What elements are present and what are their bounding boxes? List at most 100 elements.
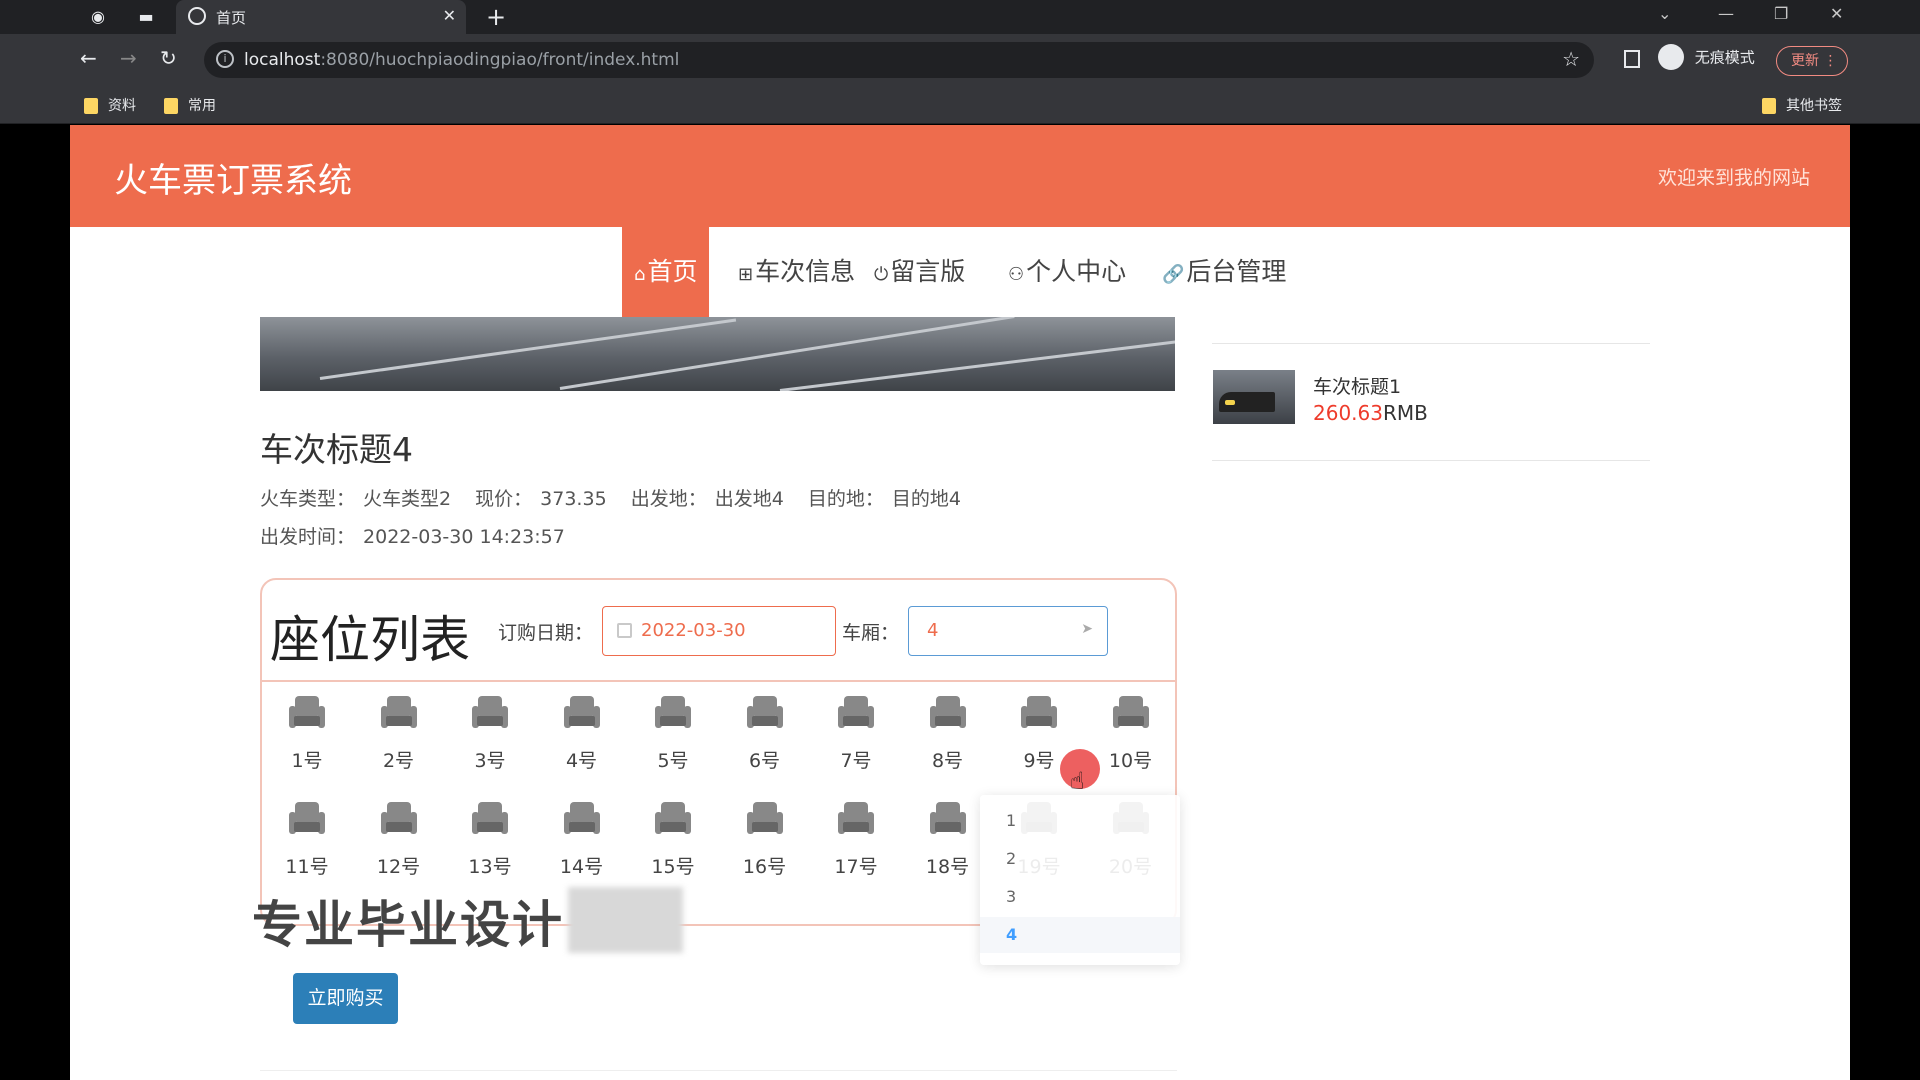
seat-icon <box>838 696 874 730</box>
nav-item-admin[interactable]: 🔗后台管理 <box>1162 227 1286 317</box>
seat-number: 14号 <box>559 856 604 878</box>
folder-icon <box>1762 98 1776 114</box>
nav-item-home[interactable]: ⌂首页 <box>622 227 710 317</box>
car-option[interactable]: 3 <box>980 879 1180 915</box>
new-tab-icon[interactable]: + <box>486 3 506 31</box>
seat-number: 6号 <box>748 750 781 772</box>
seat-number: 13号 <box>468 856 512 878</box>
seat-number: 3号 <box>474 750 506 772</box>
url-text[interactable]: localhost:8080/huochpiaodingpiao/front/i… <box>244 50 679 70</box>
date-label: 订购日期： <box>498 622 594 644</box>
seat-item[interactable]: 6号 <box>735 696 795 786</box>
update-button[interactable]: 更新 ⋮ <box>1776 46 1848 76</box>
seat-icon <box>655 696 691 730</box>
bookmark-folder-1[interactable]: 资料 <box>84 95 136 115</box>
sidebar-divider <box>1212 343 1650 344</box>
divider <box>260 1070 1177 1071</box>
seat-number: 2号 <box>382 750 415 772</box>
seat-number: 1号 <box>291 750 323 772</box>
seat-number: 8号 <box>931 750 964 772</box>
seat-item[interactable]: 14号 <box>552 802 612 892</box>
browser-tab-home[interactable]: 首页 ✕ <box>176 0 466 34</box>
seat-item[interactable]: 12号 <box>369 802 429 892</box>
sidebar-train-thumbnail[interactable] <box>1213 370 1295 424</box>
car-option[interactable]: 2 <box>980 841 1180 877</box>
seat-number: 12号 <box>376 856 421 878</box>
sidebar-train-title[interactable]: 车次标题1 <box>1313 372 1401 399</box>
site-info-icon[interactable]: i <box>216 50 234 68</box>
close-tab-icon[interactable]: ✕ <box>443 6 456 25</box>
seat-number: 5号 <box>657 750 689 772</box>
nav-item-train-info[interactable]: ⊞车次信息 <box>738 227 855 317</box>
site-header: 火车票订票系统 欢迎来到我的网站 <box>70 125 1850 227</box>
car-dropdown-menu: 1 2 3 4 <box>980 795 1180 965</box>
tab-list-icon[interactable]: ▬ <box>136 7 156 27</box>
incognito-indicator[interactable]: 无痕模式 <box>1658 44 1755 74</box>
seat-number: 18号 <box>925 856 970 878</box>
side-panel-icon[interactable] <box>1624 50 1640 68</box>
seat-icon <box>380 802 417 836</box>
sidebar-divider <box>1212 460 1650 461</box>
seat-item[interactable]: 10号 <box>1101 696 1161 786</box>
seat-icon <box>655 802 691 836</box>
seat-icon <box>380 696 417 730</box>
seat-icon <box>929 802 966 836</box>
web-page: 火车票订票系统 欢迎来到我的网站 ⌂首页 ⊞车次信息 ⏻留言版 ⚇个人中心 🔗后… <box>70 125 1850 1080</box>
seat-item[interactable]: 3号 <box>460 696 520 786</box>
seat-item[interactable]: 17号 <box>826 802 886 892</box>
car-select[interactable]: 4 ➤ <box>908 606 1108 656</box>
address-bar[interactable]: i localhost:8080/huochpiaodingpiao/front… <box>204 42 1594 78</box>
seat-item[interactable]: 1号 <box>277 696 337 786</box>
back-icon[interactable]: ← <box>80 46 97 70</box>
nav-item-personal-center[interactable]: ⚇个人中心 <box>1008 227 1126 317</box>
seat-icon <box>563 802 600 836</box>
forward-icon[interactable]: → <box>120 46 137 70</box>
train-banner-image <box>260 317 1175 391</box>
browser-menu-icon[interactable]: ◉ <box>88 7 108 27</box>
chevron-down-icon: ➤ <box>1081 621 1093 637</box>
seat-item[interactable]: 15号 <box>643 802 703 892</box>
seat-icon <box>472 696 508 730</box>
globe-icon <box>188 7 206 25</box>
close-window-icon[interactable]: ✕ <box>1830 4 1843 23</box>
seat-item[interactable]: 2号 <box>369 696 429 786</box>
train-title: 车次标题4 <box>260 430 413 469</box>
watermark-text: 专业毕业设计 <box>252 896 564 954</box>
restore-icon[interactable]: ❐ <box>1774 4 1788 23</box>
seat-item[interactable]: 11号 <box>277 802 337 892</box>
seat-item[interactable]: 5号 <box>643 696 703 786</box>
reload-icon[interactable]: ↻ <box>160 46 177 70</box>
bookmark-star-icon[interactable]: ☆ <box>1562 47 1580 71</box>
seat-icon <box>472 802 508 836</box>
seat-item[interactable]: 18号 <box>918 802 978 892</box>
seat-item[interactable]: 7号 <box>826 696 886 786</box>
seat-icon <box>746 802 783 836</box>
grid-icon: ⊞ <box>738 264 754 285</box>
seat-icon <box>289 696 325 730</box>
car-option[interactable]: 1 <box>980 803 1180 839</box>
folder-icon <box>164 98 178 114</box>
other-bookmarks[interactable]: 其他书签 <box>1762 95 1842 115</box>
seat-number: 10号 <box>1108 750 1153 772</box>
car-option-selected[interactable]: 4 <box>980 917 1180 953</box>
sidebar-train-price: 260.63RMB <box>1313 401 1428 425</box>
seat-icon <box>1021 696 1057 730</box>
seat-item[interactable]: 4号 <box>552 696 612 786</box>
blurred-region <box>568 887 683 953</box>
seat-icon <box>563 696 600 730</box>
nav-item-message-board[interactable]: ⏻留言版 <box>874 227 965 317</box>
car-label: 车厢： <box>842 622 900 644</box>
seat-item[interactable]: 8号 <box>918 696 978 786</box>
hand-cursor-icon: ☝ <box>1070 767 1085 795</box>
seat-list-heading: 座位列表 <box>270 611 470 669</box>
bookmark-folder-2[interactable]: 常用 <box>164 95 216 115</box>
seat-item[interactable]: 13号 <box>460 802 520 892</box>
bookmarks-bar: 资料 常用 其他书签 <box>0 86 1920 124</box>
buy-now-button[interactable]: 立即购买 <box>293 973 398 1024</box>
booking-date-input[interactable]: 2022-03-30 <box>602 606 836 656</box>
minimize-icon[interactable]: — <box>1718 4 1734 23</box>
tab-search-icon[interactable]: ⌄ <box>1658 4 1671 23</box>
departure-time-line: 出发时间： 2022-03-30 14:23:57 <box>260 526 565 548</box>
seat-item[interactable]: 16号 <box>735 802 795 892</box>
welcome-text: 欢迎来到我的网站 <box>1657 167 1810 189</box>
